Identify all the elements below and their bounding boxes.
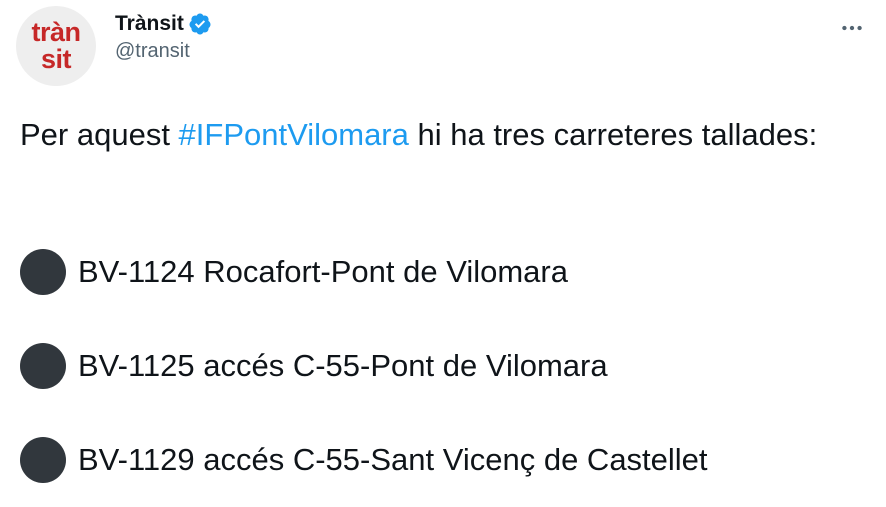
tweet-text-before: Per aquest <box>20 117 179 152</box>
tweet-header: tràn sit Trànsit @transit <box>16 6 870 86</box>
user-info: Trànsit @transit <box>115 12 212 63</box>
road-label: BV-1125 accés C-55-Pont de Vilomara <box>78 348 608 383</box>
road-list-item: BV-1124 Rocafort-Pont de Vilomara <box>20 249 568 295</box>
road-list-item: BV-1125 accés C-55-Pont de Vilomara <box>20 343 608 389</box>
avatar-logo-line-1: tràn <box>31 17 81 47</box>
road-label: BV-1124 Rocafort-Pont de Vilomara <box>78 254 568 289</box>
user-handle[interactable]: @transit <box>115 40 212 63</box>
more-options-button[interactable] <box>834 12 870 48</box>
tweet-text: Per aquest #IFPontVilomara hi ha tres ca… <box>20 114 870 155</box>
road-label: BV-1129 accés C-55-Sant Vicenç de Castel… <box>78 442 708 477</box>
more-horizontal-icon <box>839 15 865 46</box>
name-row: Trànsit <box>115 12 212 36</box>
avatar-logo-line-2: sit <box>40 44 72 74</box>
verified-badge-icon <box>188 12 212 36</box>
black-circle-icon <box>20 343 66 389</box>
black-circle-icon <box>20 437 66 483</box>
hashtag-link[interactable]: #IFPontVilomara <box>179 117 409 152</box>
display-name[interactable]: Trànsit <box>115 12 184 36</box>
avatar[interactable]: tràn sit <box>16 6 96 86</box>
black-circle-icon <box>20 249 66 295</box>
road-list-item: BV-1129 accés C-55-Sant Vicenç de Castel… <box>20 437 708 483</box>
tweet-card: tràn sit Trànsit @transit Per aquest #IF… <box>0 0 886 507</box>
tweet-text-after: hi ha tres carreteres tallades: <box>408 117 818 152</box>
